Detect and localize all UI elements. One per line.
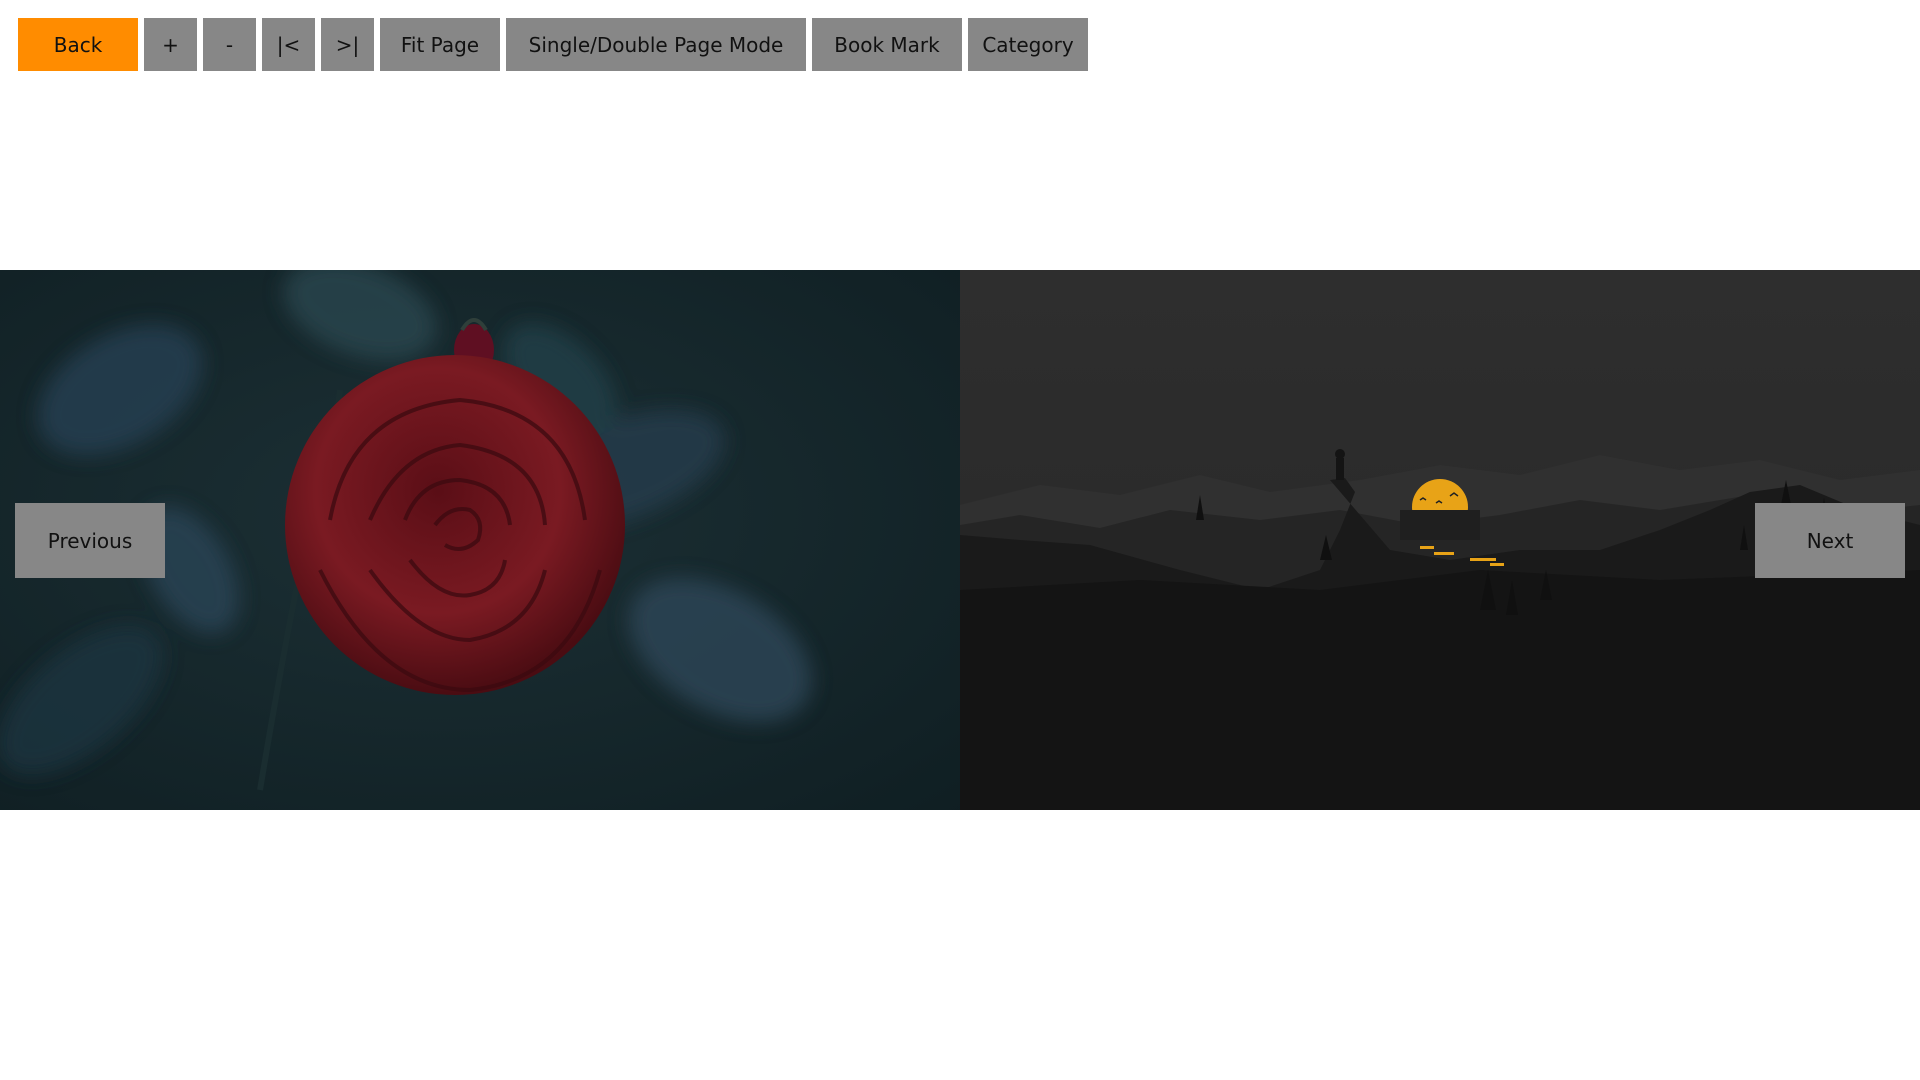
page-viewer — [0, 270, 1920, 810]
fit-page-button[interactable]: Fit Page — [380, 18, 500, 71]
next-page-button[interactable]: Next — [1755, 503, 1905, 578]
zoom-out-button[interactable]: - — [203, 18, 256, 71]
previous-page-button[interactable]: Previous — [15, 503, 165, 578]
back-button[interactable]: Back — [18, 18, 138, 71]
toolbar: Back + - |< >| Fit Page Single/Double Pa… — [18, 18, 1088, 71]
page-mode-button[interactable]: Single/Double Page Mode — [506, 18, 806, 71]
category-button[interactable]: Category — [968, 18, 1088, 71]
last-page-button[interactable]: >| — [321, 18, 374, 71]
bookmark-button[interactable]: Book Mark — [812, 18, 962, 71]
first-page-button[interactable]: |< — [262, 18, 315, 71]
zoom-in-button[interactable]: + — [144, 18, 197, 71]
